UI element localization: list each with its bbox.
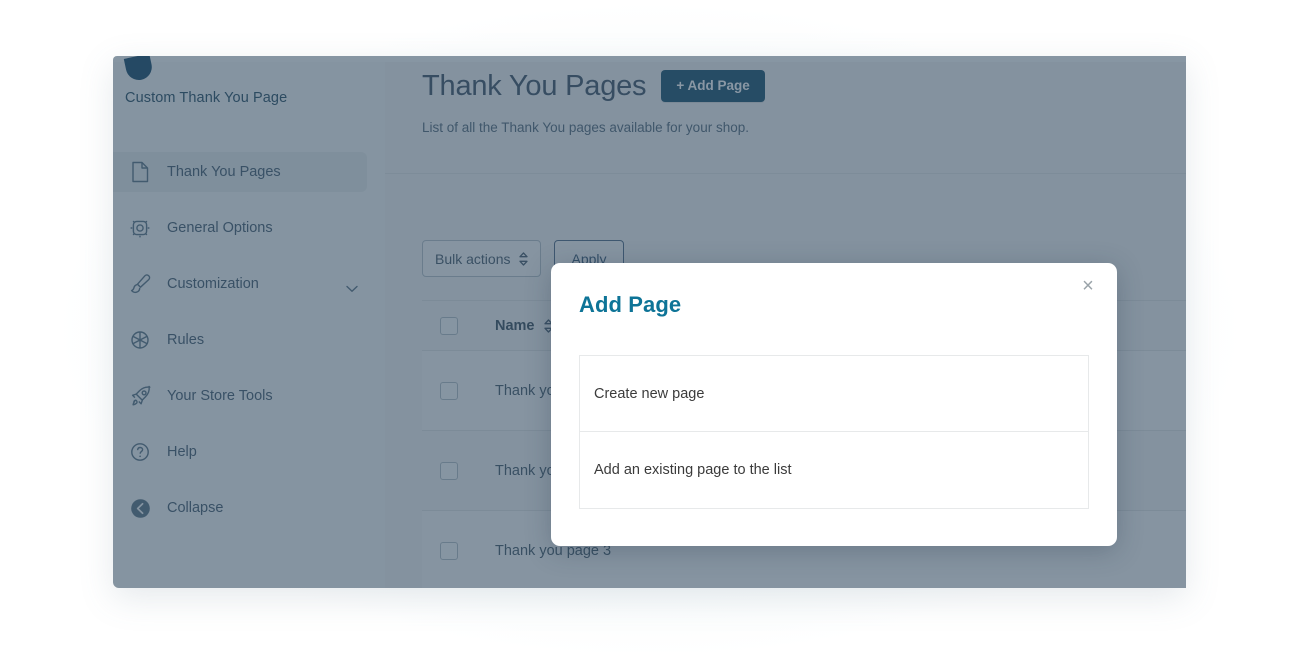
add-page-modal: × Add Page Create new page Add an existi… [551,263,1117,546]
row-checkbox[interactable] [440,461,458,480]
page-icon [127,159,153,185]
sidebar-item-thank-you-pages[interactable]: Thank You Pages [113,152,367,192]
page-title: Thank You Pages [422,69,647,102]
gear-icon [127,215,153,241]
add-page-button[interactable]: + Add Page [661,70,765,102]
page-header: Thank You Pages + Add Page List of all t… [422,62,1186,135]
sidebar-item-label: Rules [167,331,205,348]
cog-icon [127,327,153,353]
sidebar-item-label: Collapse [167,499,224,516]
brand-name: Custom Thank You Page [125,90,288,106]
page-subtitle: List of all the Thank You pages availabl… [422,120,749,135]
sidebar-item-label: Help [167,443,197,460]
screenshot-root: Custom Thank You Page Thank You Pages Ge… [0,0,1300,652]
column-header-name[interactable]: Name [495,318,553,334]
select-all-checkbox[interactable] [440,316,458,335]
brand-logo-icon [123,56,155,83]
brush-icon [127,271,153,297]
bulk-actions-value: Bulk actions [435,250,511,267]
option-create-new-page[interactable]: Create new page [579,355,1089,432]
back-arrow-icon [127,495,153,521]
close-icon[interactable]: × [1076,274,1100,298]
sidebar-item-general-options[interactable]: General Options [113,208,385,248]
sidebar-item-your-store-tools[interactable]: Your Store Tools [113,376,385,416]
chevron-down-icon[interactable] [346,281,358,292]
sidebar-item-label: Your Store Tools [167,387,273,404]
sidebar-brand: Custom Thank You Page [113,56,385,120]
modal-title: Add Page [579,292,682,317]
row-checkbox[interactable] [440,541,458,560]
sidebar-nav: Thank You Pages General Options Customiz… [113,152,385,544]
header-divider [385,173,1186,174]
modal-options-list: Create new page Add an existing page to … [579,355,1089,509]
sidebar-item-label: Thank You Pages [167,163,281,180]
sidebar-item-customization[interactable]: Customization [113,264,385,304]
sidebar-item-collapse[interactable]: Collapse [113,488,385,528]
question-icon [127,439,153,465]
row-checkbox[interactable] [440,381,458,400]
sort-updown-icon [519,251,529,266]
sidebar-item-label: General Options [167,219,273,236]
rocket-icon [127,383,153,409]
sidebar-item-label: Customization [167,275,259,292]
bulk-actions-select[interactable]: Bulk actions [422,240,542,277]
sidebar-item-rules[interactable]: Rules [113,320,385,360]
sidebar: Custom Thank You Page Thank You Pages Ge… [113,56,385,588]
option-add-existing-page[interactable]: Add an existing page to the list [579,432,1089,509]
sidebar-item-help[interactable]: Help [113,432,385,472]
column-header-label: Name [495,317,535,334]
